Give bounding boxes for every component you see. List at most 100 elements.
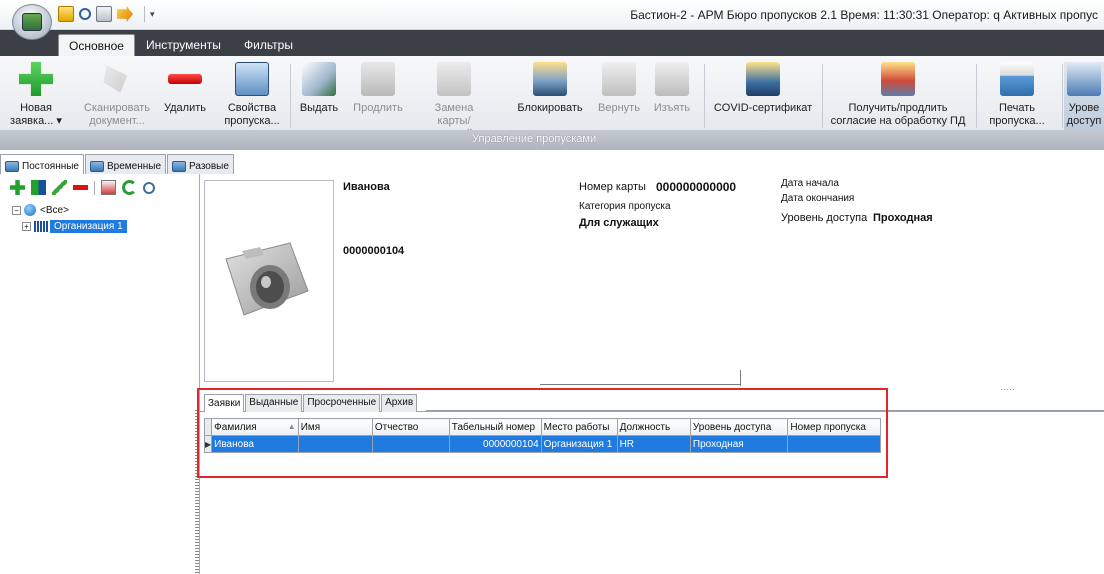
- block-label: Блокировать: [517, 102, 583, 114]
- return-label: Вернуть: [598, 102, 640, 114]
- issue-pass-button[interactable]: Выдать: [294, 62, 344, 115]
- ribbon-tab-strip: Основное Инструменты Фильтры: [0, 30, 1104, 56]
- collapse-icon[interactable]: −: [12, 205, 21, 215]
- app-logo-icon: [22, 13, 42, 31]
- issue-pass-label: Выдать: [299, 102, 339, 114]
- tree-root-label: <Все>: [40, 204, 69, 216]
- ribbon: Новая заявка... ▾ Сканировать документ..…: [0, 56, 1104, 150]
- scan-icon: [103, 65, 128, 93]
- access-level-sublabel: доступ: [1066, 115, 1102, 127]
- card-number-label: Номер карты: [579, 181, 646, 193]
- return-button[interactable]: Вернуть: [594, 62, 644, 115]
- plus-icon: [19, 62, 53, 96]
- tab-one-time-label: Разовые: [189, 160, 229, 172]
- delete-button[interactable]: Удалить: [160, 62, 210, 115]
- new-request-sublabel: заявка... ▾: [10, 115, 62, 127]
- print-pass-button[interactable]: Печать пропуска...: [982, 62, 1052, 128]
- highlight-box: [197, 388, 888, 478]
- forward-icon[interactable]: [117, 6, 133, 22]
- access-level-label: Уровень доступа: [781, 212, 868, 224]
- access-level-button[interactable]: Урове доступ: [1064, 62, 1104, 130]
- expand-icon[interactable]: +: [22, 221, 31, 231]
- issue-pass-icon: [302, 62, 336, 96]
- resize-grip-icon[interactable]: ·····: [1000, 384, 1015, 394]
- print-pass-label: Печать: [998, 102, 1036, 114]
- withdraw-label: Изъять: [653, 102, 691, 114]
- covid-certificate-button[interactable]: COVID-сертификат: [710, 62, 816, 115]
- start-date-label: Дата начала: [781, 178, 839, 189]
- withdraw-button[interactable]: Изъять: [650, 62, 694, 115]
- scan-document-sublabel: документ...: [89, 115, 145, 127]
- consent-button[interactable]: Получить/продлить согласие на обработку …: [826, 62, 970, 128]
- ribbon-group-label-text: Управление пропусками: [472, 133, 597, 145]
- tree-node-root[interactable]: − <Все>: [12, 202, 127, 218]
- delete-label: Удалить: [164, 102, 206, 114]
- lock-icon[interactable]: [58, 6, 74, 22]
- person-tab-number: 0000000104: [343, 245, 405, 257]
- search-icon[interactable]: [143, 181, 155, 194]
- tab-filters[interactable]: Фильтры: [234, 34, 303, 56]
- pass-category-label: Категория пропуска: [579, 201, 671, 212]
- divider: [540, 384, 740, 385]
- block-button[interactable]: Блокировать: [512, 62, 588, 115]
- report-icon[interactable]: [101, 180, 116, 195]
- extend-button[interactable]: Продлить: [350, 62, 406, 115]
- qat-customize-icon[interactable]: ▾: [150, 9, 155, 20]
- extend-label: Продлить: [353, 102, 403, 114]
- application-menu-button[interactable]: [12, 4, 52, 40]
- add-subitem-icon[interactable]: [31, 180, 46, 195]
- remove-icon[interactable]: [73, 185, 88, 190]
- end-date-label: Дата окончания: [781, 193, 855, 204]
- block-icon: [533, 62, 567, 96]
- tab-one-time[interactable]: Разовые: [167, 154, 234, 174]
- tree-node-organization[interactable]: + Организация 1: [22, 218, 127, 234]
- card-number-value: 000000000000: [656, 180, 737, 194]
- access-level-icon: [1067, 62, 1101, 96]
- organization-toolbar: [10, 180, 155, 195]
- covid-certificate-label: COVID-сертификат: [713, 102, 813, 114]
- consent-sublabel: согласие на обработку ПД: [830, 115, 966, 127]
- ribbon-divider: [1062, 64, 1063, 128]
- ribbon-divider: [976, 64, 977, 128]
- ribbon-group-label: Управление пропусками: [0, 130, 1104, 150]
- photo-frame[interactable]: [204, 180, 334, 382]
- ribbon-divider: [290, 64, 291, 128]
- replace-card-label: Замена: [434, 102, 474, 114]
- toolbar-divider: [94, 180, 95, 195]
- refresh-icon[interactable]: [122, 180, 137, 195]
- scan-document-label: Сканировать: [84, 102, 150, 114]
- scan-document-button[interactable]: Сканировать документ...: [82, 62, 152, 128]
- consent-label: Получить/продлить: [848, 102, 948, 114]
- pass-icon: [172, 160, 187, 172]
- qat-divider: [144, 6, 145, 22]
- window-title: Бастион-2 - АРМ Бюро пропусков 2.1 Время…: [630, 8, 1098, 22]
- new-request-button[interactable]: Новая заявка... ▾: [8, 62, 64, 128]
- pass-properties-button[interactable]: Свойства пропуска...: [220, 62, 284, 128]
- withdraw-icon: [655, 62, 689, 96]
- quick-access-toolbar: ▾: [58, 5, 155, 23]
- tab-tools[interactable]: Инструменты: [136, 34, 231, 56]
- tab-permanent[interactable]: Постоянные: [0, 154, 84, 174]
- access-level-value: Проходная: [873, 212, 933, 224]
- return-icon: [602, 62, 636, 96]
- properties-icon: [235, 62, 269, 96]
- tab-temporary[interactable]: Временные: [85, 154, 167, 174]
- replace-card-icon: [437, 62, 471, 96]
- pass-properties-label: Свойства: [227, 102, 277, 114]
- organization-icon: [34, 220, 48, 232]
- tree-organization-label: Организация 1: [50, 219, 127, 233]
- search-icon[interactable]: [79, 8, 91, 20]
- tab-permanent-label: Постоянные: [22, 160, 79, 172]
- print-pass-sublabel: пропуска...: [989, 115, 1045, 127]
- edit-icon[interactable]: [52, 180, 67, 195]
- globe-icon: [24, 204, 36, 216]
- add-icon[interactable]: [10, 180, 25, 195]
- extend-icon: [361, 62, 395, 96]
- minus-icon: [168, 74, 202, 84]
- pass-properties-sublabel: пропуска...: [224, 115, 280, 127]
- new-request-label: Новая: [20, 102, 52, 114]
- divider: [740, 370, 741, 386]
- title-bar: ▾ Бастион-2 - АРМ Бюро пропусков 2.1 Вре…: [0, 0, 1104, 30]
- tab-main[interactable]: Основное: [58, 34, 135, 56]
- printer-icon[interactable]: [96, 6, 112, 22]
